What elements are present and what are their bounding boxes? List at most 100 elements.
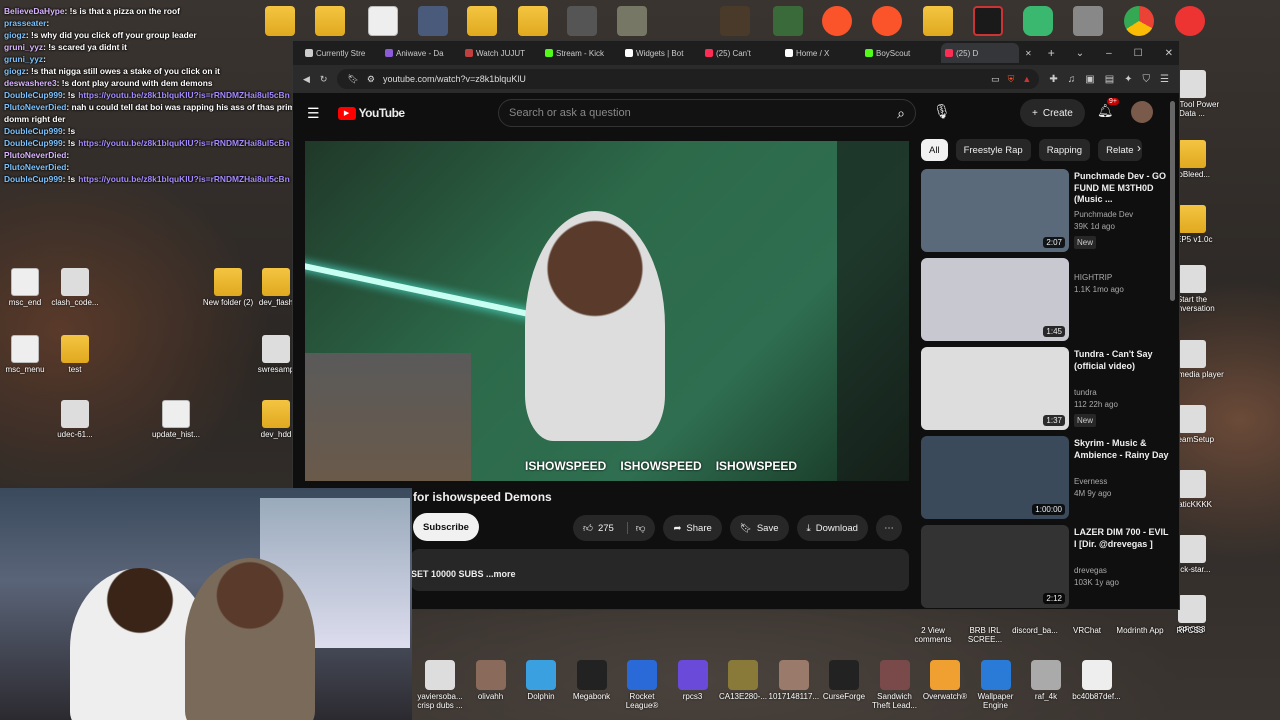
desktop-shortcut[interactable]: rpcs3 [668,660,718,701]
rewards-icon[interactable]: ▲ [1022,74,1031,85]
avatar[interactable] [1131,101,1153,123]
file-icon[interactable] [368,6,398,36]
mic-icon[interactable]: 🎙︎ [933,103,951,120]
browser-tab[interactable]: Aniwave - Da [381,43,459,63]
subscribe-button[interactable]: Subscribe [413,513,479,541]
site-info-icon[interactable]: ⚙ [367,74,375,85]
app-icon[interactable] [720,6,750,36]
reload-icon[interactable]: ↻ [320,74,328,85]
video-thumbnail[interactable]: 1:00:00 [921,436,1069,519]
desktop-shortcut[interactable]: Dolphin [516,660,566,701]
filter-chip[interactable]: All [921,139,948,161]
close-window-button[interactable]: ✕ [1165,48,1173,59]
recommended-video[interactable]: 1:37 Tundra - Can't Say (official video) t… [921,347,1171,432]
brave-icon[interactable] [822,6,852,36]
browser-tab[interactable]: Widgets | Bot [621,43,699,63]
chat-link[interactable]: https://youtu.be/z8k1blquKlU?is=rRNDMZHa… [78,138,290,148]
description-box[interactable]: SET 10000 SUBS ...more [411,549,909,591]
desktop-shortcut[interactable]: 1017148117... [769,660,819,701]
desktop-icon[interactable]: 2 View comments [908,612,958,648]
desktop-shortcut[interactable]: CurseForge [819,660,869,701]
browser-tab[interactable]: BoyScout [861,43,939,63]
app-icon[interactable] [1073,6,1103,36]
hamburger-icon[interactable]: ☰ [307,105,320,122]
browser-tab[interactable]: Stream - Kick [541,43,619,63]
desktop-shortcut[interactable]: raf_4k [1021,660,1071,701]
video-title[interactable]: Tundra - Can't Say (official video) [1074,349,1170,372]
channel-name[interactable]: Everness [1074,476,1107,487]
desktop-shortcut[interactable]: bc40b87def... [1072,660,1122,701]
app-icon[interactable] [567,6,597,36]
notifications-icon[interactable]: 🔔︎ [1097,103,1114,119]
game-icon[interactable] [973,6,1003,36]
brave-icon[interactable] [872,6,902,36]
desktop-shortcut[interactable]: Overwatch® [920,660,970,701]
desktop-shortcut[interactable]: olivahh [466,660,516,701]
url-field[interactable]: 🔖︎ ⚙ youtube.com/watch?v=z8k1blquKlU ▭ ⛨… [337,69,1040,89]
brave-shield-icon[interactable]: ⛨ [1008,74,1015,85]
desktop-shortcut[interactable]: CA13E280-... [718,660,768,701]
maximize-button[interactable]: ☐ [1134,48,1143,59]
desktop-shortcut[interactable]: yaviersoba... crisp dubs ... [415,660,465,710]
sidebar-icon[interactable]: ▣ [1085,74,1094,85]
share-button[interactable]: ➦ Share [663,515,722,541]
desktop-shortcut[interactable]: Wallpaper Engine [971,660,1021,710]
new-tab-button[interactable]: + [1048,46,1055,60]
desktop-icon[interactable]: test [40,335,110,374]
folder-icon[interactable] [467,6,497,36]
desktop-icon[interactable]: RPCS3 [1165,612,1215,648]
video-thumbnail[interactable]: 2:07 [921,169,1069,252]
desktop-icon[interactable]: BRB IRL SCREE... [960,612,1010,648]
browser-tab[interactable]: Watch JUJUT [461,43,539,63]
app-icon[interactable] [617,6,647,36]
chrome-icon[interactable] [1124,6,1154,36]
desktop-icon[interactable]: discord_ba... [1010,612,1060,648]
cast-icon[interactable]: ▭ [991,74,1000,85]
like-button[interactable]: 👍︎ 275 👎︎ [573,515,656,541]
search-input[interactable]: Search or ask a question ⌕ [498,99,916,127]
app-icon[interactable] [1175,6,1205,36]
video-thumbnail[interactable]: 1:37 [921,347,1069,430]
desktop-icon[interactable]: clash_code... [40,268,110,307]
tab-close-icon[interactable]: ✕ [1025,49,1032,58]
desktop-icon[interactable]: VRChat [1062,612,1112,648]
music-icon[interactable]: ♫ [1068,74,1076,85]
video-title[interactable]: Punchmade Dev - GO FUND ME M3TH0D (Music… [1074,171,1170,206]
chat-link[interactable]: https://youtu.be/z8k1blquKlU?is=rRNDMZHa… [78,90,290,100]
browser-tab[interactable]: Home / X [781,43,859,63]
folder-icon[interactable] [923,6,953,36]
desktop-icon[interactable]: udec-61... [40,400,110,439]
video-title[interactable]: LAZER DIM 700 - EVIL I [Dir. @drevegas ] [1074,527,1170,550]
desktop-icon[interactable]: Modrinth App [1115,612,1165,648]
chat-link[interactable]: https://youtu.be/z8k1blquKlU?is=rRNDMZHa… [78,174,290,184]
chevron-right-icon[interactable]: › [1137,141,1141,155]
extensions-icon[interactable]: ✚ [1049,74,1057,85]
channel-name[interactable]: drevegas [1074,565,1107,576]
filter-chip[interactable]: Relate [1098,139,1142,161]
browser-tab[interactable]: (25) Can't [701,43,779,63]
tab-search-icon[interactable]: ⌄ [1076,48,1084,59]
back-icon[interactable]: ◀ [303,74,310,85]
video-title[interactable]: Skyrim - Music & Ambience - Rainy Day [1074,438,1170,461]
channel-name[interactable]: tundra [1074,387,1097,398]
video-player[interactable]: ISHOWSPEED ISHOWSPEED ISHOWSPEED [305,141,909,481]
minimize-button[interactable]: – [1106,48,1112,59]
browser-tab[interactable]: (25) D [941,43,1019,63]
create-button[interactable]: + Create [1020,99,1085,127]
leo-icon[interactable]: ✦ [1124,74,1132,85]
app-icon[interactable] [773,6,803,36]
scrollbar[interactable] [1170,101,1175,301]
youtube-logo[interactable]: ▶ YouTube [337,106,405,120]
desktop-shortcut[interactable]: Sandwich Theft Lead... [870,660,920,710]
folder-icon[interactable] [518,6,548,36]
browser-tab[interactable]: Currently Stre [301,43,379,63]
bookmark-icon[interactable]: 🔖︎ [347,74,358,85]
vpn-icon[interactable]: ⛉ [1143,74,1151,85]
desktop-icon[interactable]: update_hist... [141,400,211,439]
recommended-video[interactable]: 2:07 Punchmade Dev - GO FUND ME M3TH0D (M… [921,169,1171,254]
video-thumbnail[interactable]: 1:45 [921,258,1069,341]
download-button[interactable]: ⤓ Download [796,515,868,541]
recommended-video[interactable]: 2:12 LAZER DIM 700 - EVIL I [Dir. @dreveg… [921,525,1171,610]
recommended-video[interactable]: 1:00:00 Skyrim - Music & Ambience - Rainy… [921,436,1171,521]
thumbs-down-icon[interactable]: 👎︎ [626,522,645,534]
